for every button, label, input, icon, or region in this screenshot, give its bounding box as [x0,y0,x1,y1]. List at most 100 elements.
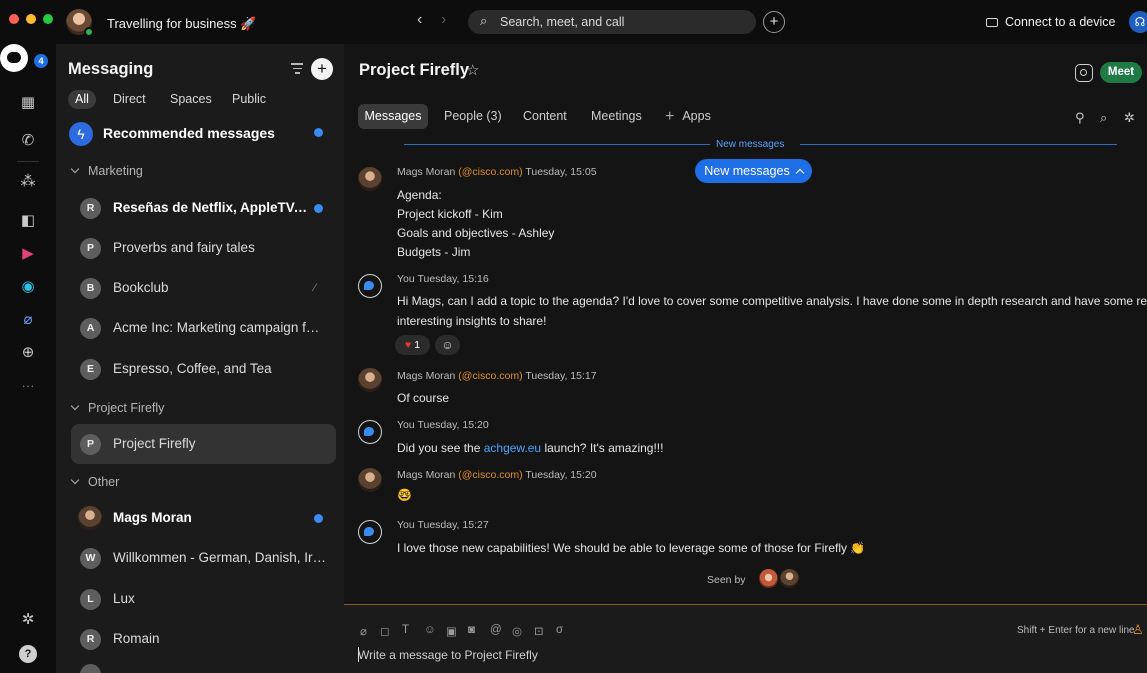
sender-name[interactable]: Mags Moran [397,166,455,178]
room-row[interactable]: R Romain [56,619,344,659]
messaging-icon[interactable] [0,44,28,72]
space-pane: Project Firefly ☆ Meet Messages People (… [344,44,1147,673]
room-row-selected[interactable]: P Project Firefly [71,424,336,464]
paperclip-icon[interactable]: ⌀ [18,310,38,330]
format-text-icon[interactable]: T [402,624,409,636]
avatar[interactable] [358,368,382,392]
room-row[interactable]: A Acme Inc: Marketing campaign for Q4 [56,308,344,348]
tab-people[interactable]: People (3) [444,104,502,129]
settings-icon[interactable]: ✲ [1124,110,1135,126]
window-minimize-button[interactable] [26,14,36,24]
section-project-firefly[interactable]: Project Firefly [70,401,164,415]
search-input[interactable]: ⌕ Search, meet, and call [468,10,756,34]
tab-apps[interactable]: + Apps [665,104,711,129]
attach-icon[interactable]: ⌀ [360,624,367,638]
tab-messages[interactable]: Messages [358,104,428,129]
room-row[interactable]: Mags Moran [56,498,344,538]
message-composer: ⌀ ◻ T ☺ ▣ ◙ @ ◎ ⊡ σ Shift + Enter for a … [344,604,1147,673]
message-header: You Tuesday, 15:16 [397,273,489,285]
avatar[interactable] [358,468,382,492]
recommended-messages-row[interactable]: ϟ Recommended messages [56,112,344,152]
room-row[interactable]: B Bookclub ⁄ [56,268,344,308]
pin-icon[interactable]: ⚲ [1075,110,1085,126]
filter-tab-all[interactable]: All [68,90,96,109]
emoji-icon[interactable]: ☺ [424,624,436,636]
new-messages-label: New messages [704,164,790,178]
new-messages-button[interactable]: New messages [695,159,812,183]
chevron-down-icon [70,164,80,174]
avatar-you[interactable] [358,520,382,544]
room-row[interactable]: P Proverbs and fairy tales [56,228,344,268]
room-row[interactable]: E Espresso, Coffee, and Tea [56,349,344,389]
window-close-button[interactable] [9,14,19,24]
gif-icon[interactable]: ▣ [446,624,457,638]
window-zoom-button[interactable] [43,14,53,24]
room-row[interactable]: W Willkommen - German, Danish, Irish [56,538,344,578]
avatar-you[interactable] [358,420,382,444]
calendar-icon[interactable]: ▦ [18,93,38,113]
message-input[interactable] [358,646,1078,664]
message-link[interactable]: achgew.eu [484,441,541,455]
compose-button[interactable]: + [311,58,333,80]
screen-capture-icon[interactable]: ◻ [380,624,390,638]
contacts-icon[interactable]: ◧ [18,211,38,231]
globe-icon[interactable]: ⊕ [18,343,38,363]
section-label: Other [88,475,120,489]
seen-avatar[interactable] [780,569,799,588]
status-text[interactable]: Travelling for business 🚀 [107,16,256,32]
new-messages-divider-line [404,144,710,145]
sender-name[interactable]: Mags Moran [397,370,455,382]
message-time: Tuesday, 15:17 [525,370,597,382]
schedule-icon[interactable] [1075,64,1093,82]
person-icon[interactable]: ♙ [1132,622,1144,638]
seen-avatar[interactable] [759,569,778,588]
new-action-plus-icon[interactable]: + [763,11,785,33]
room-avatar: P [80,434,101,455]
search-icon[interactable]: ⌕ [1100,110,1107,126]
star-icon[interactable]: ☆ [466,61,479,79]
section-other[interactable]: Other [70,475,120,489]
headset-icon[interactable]: ☊ [1129,11,1147,33]
phone-icon[interactable]: ✆ [18,131,38,151]
rail-divider [17,161,39,162]
whiteboard-icon[interactable]: ◎ [512,624,522,638]
apps-icon[interactable]: ⊡ [534,624,544,638]
new-messages-divider-label: New messages [716,139,785,150]
section-marketing[interactable]: Marketing [70,164,143,178]
message-text: interesting insights to share! [397,314,547,328]
help-icon[interactable]: ? [19,645,37,663]
forward-arrow-icon[interactable]: › [441,11,446,29]
filter-icon[interactable] [291,63,303,75]
back-arrow-icon[interactable]: ‹ [417,11,422,29]
user-avatar[interactable] [66,9,94,37]
room-row[interactable]: L Lux [56,579,344,619]
quote-icon[interactable]: ◙ [468,624,475,636]
reaction-count: 1 [414,339,421,351]
support-icon[interactable]: ◉ [18,277,38,297]
space-title[interactable]: Project Firefly [359,61,469,80]
filter-tab-spaces[interactable]: Spaces [170,90,212,109]
avatar-you[interactable] [358,274,382,298]
messaging-title: Messaging [68,60,154,78]
device-icon [986,18,998,27]
filter-tab-direct[interactable]: Direct [113,90,146,109]
message-header: You Tuesday, 15:20 [397,419,489,431]
room-name: Bookclub [113,280,169,295]
tab-content[interactable]: Content [523,104,567,129]
tab-meetings[interactable]: Meetings [591,104,642,129]
more-icon[interactable]: ··· [18,376,38,396]
connect-device-label: Connect to a device [1005,15,1116,29]
room-row[interactable]: R Reseñas de Netflix, AppleTV, Amazon Pr… [56,188,344,228]
avatar[interactable] [358,167,382,191]
gear-icon[interactable]: ✲ [18,610,38,630]
add-reaction-icon[interactable]: ☺ [435,335,460,355]
filter-tab-public[interactable]: Public [232,90,266,109]
connect-device-button[interactable]: Connect to a device [986,15,1116,29]
meet-button[interactable]: Meet [1100,62,1142,83]
webex-apps-icon[interactable]: ▶ [18,244,38,264]
slash-command-icon[interactable]: σ [556,624,563,636]
teams-icon[interactable]: ⁂ [18,172,38,192]
mention-icon[interactable]: @ [490,624,502,636]
heart-reaction[interactable]: ♥ 1 [395,335,430,355]
sender-name[interactable]: Mags Moran [397,469,455,481]
